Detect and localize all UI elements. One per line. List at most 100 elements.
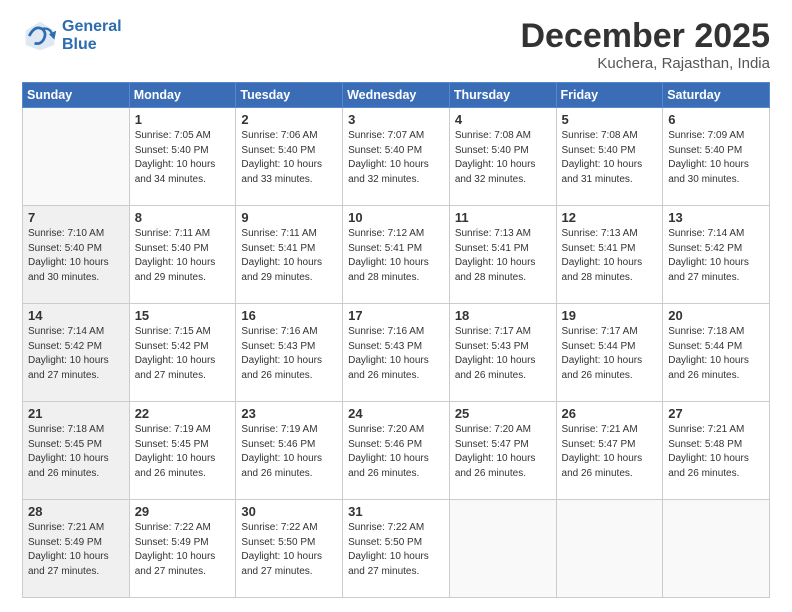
title-block: December 2025 Kuchera, Rajasthan, India xyxy=(520,18,770,72)
day-number: 3 xyxy=(348,112,444,127)
day-info: Sunrise: 7:19 AM Sunset: 5:46 PM Dayligh… xyxy=(241,423,337,481)
day-info: Sunrise: 7:21 AM Sunset: 5:48 PM Dayligh… xyxy=(668,423,764,481)
day-info: Sunrise: 7:12 AM Sunset: 5:41 PM Dayligh… xyxy=(348,227,444,285)
day-info: Sunrise: 7:18 AM Sunset: 5:45 PM Dayligh… xyxy=(28,423,124,481)
day-info: Sunrise: 7:15 AM Sunset: 5:42 PM Dayligh… xyxy=(135,325,231,383)
calendar-day-header: Sunday xyxy=(23,83,130,108)
day-number: 10 xyxy=(348,210,444,225)
day-number: 4 xyxy=(455,112,551,127)
calendar-week-row: 7 Sunrise: 7:10 AM Sunset: 5:40 PM Daylig… xyxy=(23,206,770,304)
calendar-table: SundayMondayTuesdayWednesdayThursdayFrid… xyxy=(22,82,770,598)
logo-text: General Blue xyxy=(62,18,122,53)
day-number: 26 xyxy=(562,406,658,421)
month-title: December 2025 xyxy=(520,18,770,55)
calendar-day-cell xyxy=(23,108,130,206)
calendar-day-cell: 6 Sunrise: 7:09 AM Sunset: 5:40 PM Daylig… xyxy=(663,108,770,206)
location: Kuchera, Rajasthan, India xyxy=(520,55,770,72)
day-info: Sunrise: 7:18 AM Sunset: 5:44 PM Dayligh… xyxy=(668,325,764,383)
calendar-day-cell xyxy=(556,500,663,598)
day-number: 24 xyxy=(348,406,444,421)
day-number: 19 xyxy=(562,308,658,323)
calendar-day-cell: 19 Sunrise: 7:17 AM Sunset: 5:44 PM Dayli… xyxy=(556,304,663,402)
calendar-day-header: Saturday xyxy=(663,83,770,108)
day-info: Sunrise: 7:10 AM Sunset: 5:40 PM Dayligh… xyxy=(28,227,124,285)
calendar-day-cell: 16Sunrise: 7:16 AM Sunset: 5:43 PM Dayli… xyxy=(236,304,343,402)
calendar-day-cell: 23 Sunrise: 7:19 AM Sunset: 5:46 PM Dayli… xyxy=(236,402,343,500)
calendar-day-header: Tuesday xyxy=(236,83,343,108)
calendar-day-header: Wednesday xyxy=(343,83,450,108)
calendar-day-cell: 17 Sunrise: 7:16 AM Sunset: 5:43 PM Dayli… xyxy=(343,304,450,402)
day-number: 8 xyxy=(135,210,231,225)
day-info: Sunrise: 7:17 AM Sunset: 5:44 PM Dayligh… xyxy=(562,325,658,383)
calendar-day-cell: 10 Sunrise: 7:12 AM Sunset: 5:41 PM Dayli… xyxy=(343,206,450,304)
day-info: Sunrise: 7:11 AM Sunset: 5:41 PM Dayligh… xyxy=(241,227,337,285)
day-number: 13 xyxy=(668,210,764,225)
calendar-day-cell: 2 Sunrise: 7:06 AM Sunset: 5:40 PM Daylig… xyxy=(236,108,343,206)
calendar-week-row: 28 Sunrise: 7:21 AM Sunset: 5:49 PM Dayli… xyxy=(23,500,770,598)
calendar-day-header: Friday xyxy=(556,83,663,108)
calendar-day-cell: 29Sunrise: 7:22 AM Sunset: 5:49 PM Dayli… xyxy=(129,500,236,598)
calendar-day-cell: 26 Sunrise: 7:21 AM Sunset: 5:47 PM Dayli… xyxy=(556,402,663,500)
calendar-day-cell: 7 Sunrise: 7:10 AM Sunset: 5:40 PM Daylig… xyxy=(23,206,130,304)
calendar-day-cell: 14Sunrise: 7:14 AM Sunset: 5:42 PM Dayli… xyxy=(23,304,130,402)
day-number: 9 xyxy=(241,210,337,225)
day-info: Sunrise: 7:21 AM Sunset: 5:49 PM Dayligh… xyxy=(28,521,124,579)
calendar-week-row: 1 Sunrise: 7:05 AM Sunset: 5:40 PM Daylig… xyxy=(23,108,770,206)
day-info: Sunrise: 7:22 AM Sunset: 5:49 PM Dayligh… xyxy=(135,521,231,579)
calendar-day-cell: 18Sunrise: 7:17 AM Sunset: 5:43 PM Dayli… xyxy=(449,304,556,402)
day-number: 22 xyxy=(135,406,231,421)
calendar-day-cell: 3Sunrise: 7:07 AM Sunset: 5:40 PM Daylig… xyxy=(343,108,450,206)
day-info: Sunrise: 7:17 AM Sunset: 5:43 PM Dayligh… xyxy=(455,325,551,383)
page: General Blue December 2025 Kuchera, Raja… xyxy=(0,0,792,612)
day-info: Sunrise: 7:20 AM Sunset: 5:47 PM Dayligh… xyxy=(455,423,551,481)
day-number: 1 xyxy=(135,112,231,127)
day-info: Sunrise: 7:09 AM Sunset: 5:40 PM Dayligh… xyxy=(668,129,764,187)
day-info: Sunrise: 7:05 AM Sunset: 5:40 PM Dayligh… xyxy=(135,129,231,187)
calendar-day-cell: 12 Sunrise: 7:13 AM Sunset: 5:41 PM Dayli… xyxy=(556,206,663,304)
calendar-week-row: 21 Sunrise: 7:18 AM Sunset: 5:45 PM Dayli… xyxy=(23,402,770,500)
calendar-day-cell: 25 Sunrise: 7:20 AM Sunset: 5:47 PM Dayli… xyxy=(449,402,556,500)
calendar-header-row: SundayMondayTuesdayWednesdayThursdayFrid… xyxy=(23,83,770,108)
calendar-day-cell: 21 Sunrise: 7:18 AM Sunset: 5:45 PM Dayli… xyxy=(23,402,130,500)
calendar-day-cell: 11 Sunrise: 7:13 AM Sunset: 5:41 PM Dayli… xyxy=(449,206,556,304)
calendar-day-header: Monday xyxy=(129,83,236,108)
day-number: 5 xyxy=(562,112,658,127)
day-number: 30 xyxy=(241,504,337,519)
day-info: Sunrise: 7:16 AM Sunset: 5:43 PM Dayligh… xyxy=(348,325,444,383)
calendar-day-cell: 22 Sunrise: 7:19 AM Sunset: 5:45 PM Dayli… xyxy=(129,402,236,500)
day-info: Sunrise: 7:21 AM Sunset: 5:47 PM Dayligh… xyxy=(562,423,658,481)
day-number: 20 xyxy=(668,308,764,323)
calendar-day-cell xyxy=(449,500,556,598)
day-number: 23 xyxy=(241,406,337,421)
calendar-day-cell: 31Sunrise: 7:22 AM Sunset: 5:50 PM Dayli… xyxy=(343,500,450,598)
day-number: 16 xyxy=(241,308,337,323)
calendar-day-cell: 1 Sunrise: 7:05 AM Sunset: 5:40 PM Daylig… xyxy=(129,108,236,206)
day-info: Sunrise: 7:22 AM Sunset: 5:50 PM Dayligh… xyxy=(241,521,337,579)
logo: General Blue xyxy=(22,18,122,54)
day-info: Sunrise: 7:06 AM Sunset: 5:40 PM Dayligh… xyxy=(241,129,337,187)
calendar-day-cell: 24Sunrise: 7:20 AM Sunset: 5:46 PM Dayli… xyxy=(343,402,450,500)
day-number: 17 xyxy=(348,308,444,323)
day-number: 6 xyxy=(668,112,764,127)
day-info: Sunrise: 7:08 AM Sunset: 5:40 PM Dayligh… xyxy=(455,129,551,187)
day-number: 11 xyxy=(455,210,551,225)
day-info: Sunrise: 7:14 AM Sunset: 5:42 PM Dayligh… xyxy=(668,227,764,285)
calendar-week-row: 14Sunrise: 7:14 AM Sunset: 5:42 PM Dayli… xyxy=(23,304,770,402)
day-info: Sunrise: 7:13 AM Sunset: 5:41 PM Dayligh… xyxy=(562,227,658,285)
day-info: Sunrise: 7:19 AM Sunset: 5:45 PM Dayligh… xyxy=(135,423,231,481)
day-info: Sunrise: 7:11 AM Sunset: 5:40 PM Dayligh… xyxy=(135,227,231,285)
calendar-day-cell: 5 Sunrise: 7:08 AM Sunset: 5:40 PM Daylig… xyxy=(556,108,663,206)
day-info: Sunrise: 7:08 AM Sunset: 5:40 PM Dayligh… xyxy=(562,129,658,187)
header: General Blue December 2025 Kuchera, Raja… xyxy=(22,18,770,72)
day-number: 2 xyxy=(241,112,337,127)
day-number: 31 xyxy=(348,504,444,519)
calendar-day-cell: 15Sunrise: 7:15 AM Sunset: 5:42 PM Dayli… xyxy=(129,304,236,402)
day-number: 7 xyxy=(28,210,124,225)
day-number: 21 xyxy=(28,406,124,421)
day-info: Sunrise: 7:14 AM Sunset: 5:42 PM Dayligh… xyxy=(28,325,124,383)
day-number: 12 xyxy=(562,210,658,225)
day-info: Sunrise: 7:13 AM Sunset: 5:41 PM Dayligh… xyxy=(455,227,551,285)
day-number: 28 xyxy=(28,504,124,519)
day-number: 25 xyxy=(455,406,551,421)
calendar-day-header: Thursday xyxy=(449,83,556,108)
